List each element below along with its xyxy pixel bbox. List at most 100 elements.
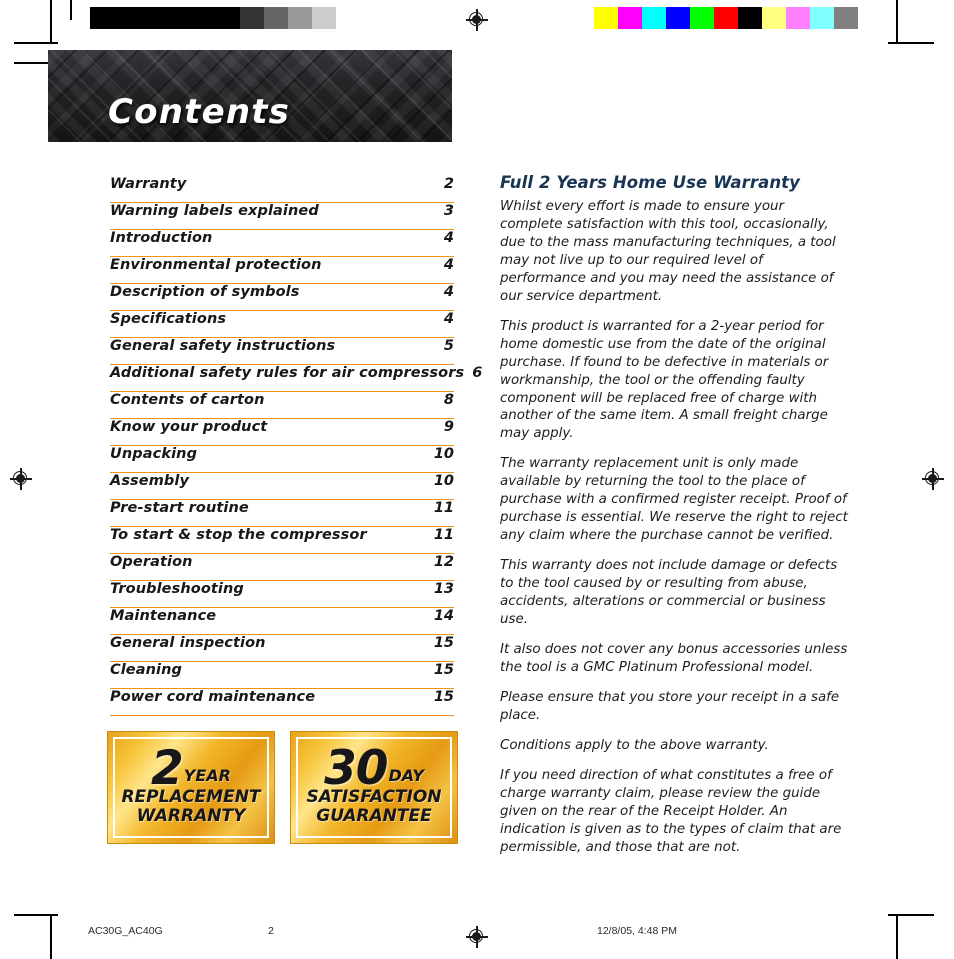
- toc-entry-title: Cleaning: [110, 662, 183, 678]
- guarantee-badge-unit: DAY: [388, 765, 424, 785]
- toc-entry[interactable]: Introduction 4: [110, 230, 454, 257]
- toc-entry-page: 5: [443, 338, 454, 354]
- registration-mark-left-center: [10, 468, 32, 490]
- guarantee-badge-inner: 2 YEAR REPLACEMENT WARRANTY: [113, 737, 269, 838]
- toc-entry[interactable]: Specifications 4: [110, 311, 454, 338]
- toc-entry[interactable]: Power cord maintenance 15: [110, 689, 454, 716]
- toc-entry[interactable]: Environmental protection 4: [110, 257, 454, 284]
- warranty-paragraph: Conditions apply to the above warranty.: [500, 737, 769, 753]
- contents-header-banner: Contents: [48, 50, 452, 142]
- toc-entry-page: 9: [443, 419, 454, 435]
- guarantee-badge-top: 30 DAY: [324, 741, 424, 797]
- toc-entry[interactable]: Assembly 10: [110, 473, 454, 500]
- toc-entry-page: 3: [443, 203, 454, 219]
- page-proof: Contents Warranty 2 Warning labels explain…: [0, 0, 954, 959]
- color-swatch-light-cyan: [810, 7, 834, 29]
- toc-entry[interactable]: Warranty 2: [110, 176, 454, 203]
- toc-entry-title: Power cord maintenance: [110, 689, 316, 705]
- crop-mark-top-left-vertical: [50, 0, 52, 44]
- table-of-contents: Warranty 2 Warning labels explained 3 Introd…: [110, 176, 482, 716]
- toc-entry-title: Operation: [110, 554, 193, 570]
- toc-entry-page: 11: [433, 500, 454, 516]
- toc-entry-title: Introduction: [110, 230, 213, 246]
- toc-entry[interactable]: To start & stop the compressor 11: [110, 527, 454, 554]
- crop-tick-top-left-outer: [70, 0, 72, 20]
- warranty-paragraph: Please ensure that you store your receip…: [500, 689, 840, 723]
- toc-entry[interactable]: Additional safety rules for air compress…: [110, 365, 482, 392]
- color-swatch-yellow: [594, 7, 618, 29]
- footer-timestamp: 12/8/05, 4:48 PM: [597, 925, 677, 937]
- crop-mark-top-left-horizontal: [14, 42, 58, 44]
- grayscale-swatch: [90, 7, 240, 29]
- toc-entry[interactable]: Maintenance 14: [110, 608, 454, 635]
- warranty-paragraph: It also does not cover any bonus accesso…: [500, 641, 848, 675]
- toc-entry[interactable]: Unpacking 10: [110, 446, 454, 473]
- grayscale-calibration-bar: [90, 7, 360, 29]
- guarantee-badge-inner: 30 DAY SATISFACTION GUARANTEE: [296, 737, 452, 838]
- toc-entry[interactable]: Warning labels explained 3: [110, 203, 454, 230]
- toc-entry[interactable]: Description of symbols 4: [110, 284, 454, 311]
- guarantee-badge-unit: YEAR: [183, 765, 231, 785]
- toc-entry-page: 4: [443, 284, 454, 300]
- toc-entry-page: 14: [433, 608, 454, 624]
- color-swatch-blue: [666, 7, 690, 29]
- grayscale-swatch: [288, 7, 312, 29]
- toc-entry[interactable]: General safety instructions 5: [110, 338, 454, 365]
- guarantee-badge-line2: WARRANTY: [136, 806, 246, 827]
- color-swatch-red: [714, 7, 738, 29]
- toc-entry-page: 15: [433, 689, 454, 705]
- guarantee-badge-number: 30: [324, 741, 388, 797]
- toc-entry-title: Contents of carton: [110, 392, 265, 408]
- grayscale-swatch: [312, 7, 336, 29]
- toc-entry[interactable]: Troubleshooting 13: [110, 581, 454, 608]
- grayscale-swatch: [336, 7, 360, 29]
- guarantee-badge-line2: GUARANTEE: [316, 806, 432, 827]
- guarantee-badge-top: 2 YEAR: [151, 741, 231, 797]
- toc-entry-page: 8: [443, 392, 454, 408]
- crop-mark-bottom-right-horizontal: [888, 914, 934, 916]
- toc-entry-page: 10: [433, 473, 454, 489]
- color-swatch-green: [690, 7, 714, 29]
- color-swatch-light-yellow: [762, 7, 786, 29]
- toc-entry-title: Additional safety rules for air compress…: [110, 365, 465, 381]
- toc-entry-title: Description of symbols: [110, 284, 300, 300]
- crop-mark-top-right-horizontal: [888, 42, 934, 44]
- toc-entry[interactable]: Operation 12: [110, 554, 454, 581]
- toc-entry-title: To start & stop the compressor: [110, 527, 367, 543]
- color-calibration-bar: [594, 7, 858, 29]
- toc-entry-title: Maintenance: [110, 608, 217, 624]
- warranty-paragraph: The warranty replacement unit is only ma…: [500, 456, 848, 544]
- toc-entry-page: 10: [433, 446, 454, 462]
- toc-entry-title: Warranty: [110, 176, 187, 192]
- color-swatch-magenta: [618, 7, 642, 29]
- registration-mark-top-center: [466, 9, 488, 31]
- toc-entry-page: 13: [433, 581, 454, 597]
- toc-entry-page: 11: [433, 527, 454, 543]
- toc-entry[interactable]: Cleaning 15: [110, 662, 454, 689]
- toc-entry[interactable]: Contents of carton 8: [110, 392, 454, 419]
- page-title: Contents: [108, 92, 291, 132]
- registration-mark-right-center: [922, 468, 944, 490]
- toc-entry-title: Environmental protection: [110, 257, 322, 273]
- toc-entry[interactable]: Know your product 9: [110, 419, 454, 446]
- warranty-paragraph: Whilst every effort is made to ensure yo…: [500, 199, 836, 304]
- warranty-section: Full 2 Years Home Use Warranty Whilst ev…: [500, 173, 848, 869]
- warranty-heading: Full 2 Years Home Use Warranty: [500, 173, 801, 192]
- crop-mark-bottom-left-horizontal: [14, 914, 58, 916]
- toc-entry-title: Assembly: [110, 473, 190, 489]
- footer-page-number: 2: [268, 925, 274, 937]
- toc-entry-page: 4: [443, 257, 454, 273]
- warranty-paragraph: If you need direction of what constitute…: [500, 767, 842, 855]
- footer-document-id: AC30G_AC40G: [88, 925, 163, 937]
- color-swatch-black: [738, 7, 762, 29]
- print-footer: AC30G_AC40G 2 12/8/05, 4:48 PM: [0, 925, 954, 945]
- toc-entry-title: Know your product: [110, 419, 268, 435]
- toc-entry-title: Specifications: [110, 311, 227, 327]
- warranty-paragraph: This warranty does not include damage or…: [500, 558, 838, 628]
- color-swatch-gray: [834, 7, 858, 29]
- toc-entry-page: 2: [443, 176, 454, 192]
- grayscale-swatch: [240, 7, 264, 29]
- guarantee-badge-number: 2: [151, 741, 184, 797]
- toc-entry[interactable]: Pre-start routine 11: [110, 500, 454, 527]
- toc-entry[interactable]: General inspection 15: [110, 635, 454, 662]
